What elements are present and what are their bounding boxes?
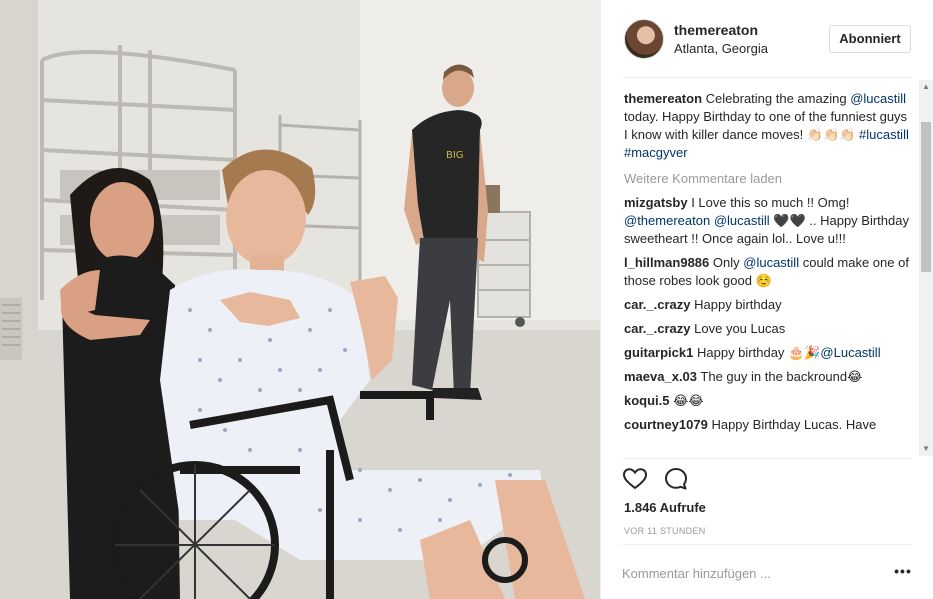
comments-scrollbar[interactable]: ▲ ▼ — [919, 80, 933, 456]
svg-text:BIG: BIG — [446, 150, 464, 161]
add-comment-input[interactable] — [622, 560, 872, 586]
caption-text: Celebrating the amazing — [705, 91, 847, 106]
scroll-down-arrow-icon[interactable]: ▼ — [919, 442, 933, 456]
comment-username[interactable]: koqui.5 — [624, 393, 670, 408]
post-caption: themereaton Celebrating the amazing @luc… — [624, 90, 914, 162]
comment-item: koqui.5 😂😂 — [624, 392, 914, 410]
view-count[interactable]: 1.846 Aufrufe — [624, 500, 706, 515]
comment-text: The guy in the backround😂 — [700, 369, 863, 384]
comment-button[interactable] — [663, 466, 689, 492]
comment-item: maeva_x.03 The guy in the backround😂 — [624, 368, 914, 386]
comment-mention[interactable]: @Lucastill — [820, 345, 880, 360]
comment-username[interactable]: maeva_x.03 — [624, 369, 697, 384]
comment-item: l_hillman9886 Only @lucastill could make… — [624, 254, 914, 290]
caption-hashtag-lucastill[interactable]: #lucastill — [859, 127, 909, 142]
comment-item: courtney1079 Happy Birthday Lucas. Have — [624, 416, 914, 434]
caption-hashtag-macgyver[interactable]: #macgyver — [624, 145, 688, 160]
post-photo-illustration: BIG — [0, 0, 600, 599]
comment-username[interactable]: car._.crazy — [624, 321, 691, 336]
scroll-up-arrow-icon[interactable]: ▲ — [919, 80, 933, 94]
comment-username[interactable]: car._.crazy — [624, 297, 691, 312]
comment-mention[interactable]: @themereaton — [624, 213, 710, 228]
comment-text: Happy Birthday Lucas. Have — [711, 417, 877, 432]
more-options-button[interactable]: ••• — [893, 564, 913, 582]
comment-text: 😂😂 — [673, 393, 704, 408]
follow-button[interactable]: Abonniert — [829, 25, 911, 53]
comment-mention[interactable]: @lucastill — [743, 255, 799, 270]
comment-item: guitarpick1 Happy birthday 🎂🎉@Lucastill — [624, 344, 914, 362]
post-location[interactable]: Atlanta, Georgia — [674, 41, 768, 56]
comment-item: mizgatsby I Love this so much !! Omg! @t… — [624, 194, 914, 248]
like-button[interactable] — [622, 466, 648, 492]
comment-text: Happy birthday — [694, 297, 782, 312]
comments-list[interactable]: themereaton Celebrating the amazing @luc… — [624, 90, 914, 456]
post-author-username[interactable]: themereaton — [674, 22, 758, 38]
comment-mention[interactable]: @lucastill — [714, 213, 770, 228]
comment-item: car._.crazy Happy birthday — [624, 296, 914, 314]
comment-text: I Love this so much !! Omg! — [691, 195, 850, 210]
scrollbar-thumb[interactable] — [921, 122, 931, 272]
comment-username[interactable]: guitarpick1 — [624, 345, 693, 360]
post-photo[interactable]: BIG — [0, 0, 600, 599]
caption-username[interactable]: themereaton — [624, 91, 702, 106]
post-header: themereaton Atlanta, Georgia Abonniert — [601, 0, 933, 78]
comment-text: Happy birthday 🎂🎉 — [696, 345, 821, 360]
caption-mention[interactable]: @lucastill — [850, 91, 906, 106]
comment-username[interactable]: mizgatsby — [624, 195, 688, 210]
heart-icon — [622, 468, 648, 490]
post-sidebar: themereaton Atlanta, Georgia Abonniert t… — [600, 0, 933, 599]
divider — [622, 458, 912, 459]
post-timestamp[interactable]: VOR 11 STUNDEN — [624, 526, 706, 536]
comment-bubble-icon — [665, 468, 687, 490]
comment-text: Only — [712, 255, 740, 270]
comment-text: Love you Lucas — [694, 321, 786, 336]
comment-username[interactable]: l_hillman9886 — [624, 255, 709, 270]
avatar[interactable] — [624, 19, 664, 59]
divider — [622, 544, 912, 545]
comment-item: car._.crazy Love you Lucas — [624, 320, 914, 338]
divider — [622, 77, 912, 78]
comment-username[interactable]: courtney1079 — [624, 417, 708, 432]
load-more-comments-button[interactable]: Weitere Kommentare laden — [624, 170, 914, 188]
